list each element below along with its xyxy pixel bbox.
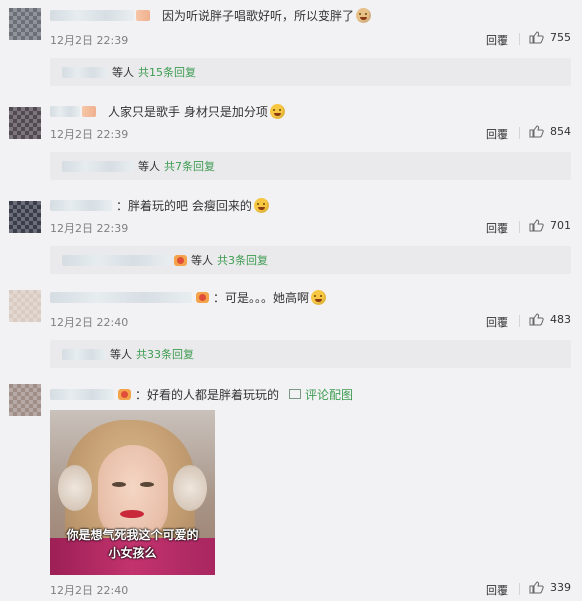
comment-text: ：好看的人都是胖着玩玩的 (135, 387, 280, 402)
laughing-emoji-icon (269, 103, 285, 119)
like-button[interactable]: 854 (529, 125, 571, 138)
others-label: 等人 (138, 160, 160, 173)
user-badge-icon (136, 9, 150, 21)
divider (519, 221, 520, 233)
avatar[interactable] (9, 8, 41, 40)
like-button[interactable]: 483 (529, 313, 571, 326)
avatar[interactable] (9, 201, 41, 233)
image-caption-line-1: 你是想气死我这个可爱的 (66, 528, 199, 542)
reply-button[interactable]: 回覆 (486, 32, 508, 48)
sub-replies-box[interactable]: 等人 共7条回复 (50, 152, 571, 180)
username-blurred[interactable] (50, 388, 114, 400)
comment-image-link[interactable]: 评论配图 (289, 386, 353, 403)
like-count: 701 (550, 219, 571, 232)
comment-time: 12月2日 22:39 (50, 128, 129, 141)
comment-time: 12月2日 22:40 (50, 584, 129, 597)
username-blurred[interactable] (50, 9, 134, 21)
thumbs-up-icon (529, 31, 544, 44)
reply-count-link[interactable]: 共3条回复 (217, 252, 268, 268)
thumbs-up-icon (529, 125, 544, 138)
thumbs-up-icon (529, 219, 544, 232)
user-badge-icon (196, 291, 209, 303)
others-label: 等人 (191, 254, 213, 267)
like-button[interactable]: 755 (529, 31, 571, 44)
thumbs-up-icon (529, 581, 544, 594)
username-blurred[interactable] (50, 105, 80, 117)
replier-name-blurred (62, 160, 134, 172)
comment-text: ：胖着玩的吧 会瘦回来的 (116, 198, 252, 213)
others-label: 等人 (112, 66, 134, 79)
like-count: 755 (550, 31, 571, 44)
dog-face-emoji-icon (356, 7, 372, 23)
avatar[interactable] (9, 107, 41, 139)
like-button[interactable]: 339 (529, 581, 571, 594)
comment-text: ：可是。。。她高啊 (213, 290, 310, 305)
sub-replies-box[interactable]: 等人 共3条回复 (50, 246, 571, 274)
divider (519, 583, 520, 595)
others-label: 等人 (110, 348, 132, 361)
picture-icon (289, 389, 302, 399)
sub-replies-box[interactable]: 等人 共15条回复 (50, 58, 571, 86)
avatar[interactable] (9, 290, 41, 322)
lips (120, 510, 144, 518)
like-count: 339 (550, 581, 571, 594)
eye-right (140, 482, 154, 487)
avatar[interactable] (9, 384, 41, 416)
comment-text: 因为听说胖子唱歌好听，所以变胖了 (162, 8, 355, 23)
replier-name-blurred (62, 66, 108, 78)
comment-time: 12月2日 22:40 (50, 316, 129, 329)
thumbs-up-icon (529, 313, 544, 326)
comment-image[interactable]: 你是想气死我这个可爱的 小女孩么 (50, 410, 215, 575)
reply-count-link[interactable]: 共7条回复 (164, 158, 215, 174)
image-caption-line-2: 小女孩么 (108, 546, 157, 560)
divider (519, 127, 520, 139)
reply-button[interactable]: 回覆 (486, 220, 508, 236)
username-blurred[interactable] (50, 291, 192, 303)
divider (519, 315, 520, 327)
reply-count-link[interactable]: 共15条回复 (138, 64, 196, 80)
divider (519, 33, 520, 45)
user-badge-icon (118, 388, 131, 400)
earmuff-left (58, 465, 92, 511)
smirk-emoji-icon (253, 197, 269, 213)
user-badge-icon (82, 105, 96, 117)
replier-name-blurred (62, 254, 170, 266)
user-badge-icon (174, 254, 187, 266)
like-button[interactable]: 701 (529, 219, 571, 232)
replier-name-blurred (62, 348, 106, 360)
sub-replies-box[interactable]: 等人 共33条回复 (50, 340, 571, 368)
comment-image-link-label: 评论配图 (305, 387, 354, 402)
reply-count-link[interactable]: 共33条回复 (136, 346, 194, 362)
like-count: 854 (550, 125, 571, 138)
comment-text: 人家只是歌手 身材只是加分项 (108, 104, 268, 119)
laughing-emoji-icon (311, 289, 327, 305)
eye-left (112, 482, 126, 487)
reply-button[interactable]: 回覆 (486, 314, 508, 330)
earmuff-right (173, 465, 207, 511)
comment-time: 12月2日 22:39 (50, 222, 129, 235)
comment-time: 12月2日 22:39 (50, 34, 129, 47)
username-blurred[interactable] (50, 199, 112, 211)
reply-button[interactable]: 回覆 (486, 126, 508, 142)
reply-button[interactable]: 回覆 (486, 582, 508, 598)
like-count: 483 (550, 313, 571, 326)
